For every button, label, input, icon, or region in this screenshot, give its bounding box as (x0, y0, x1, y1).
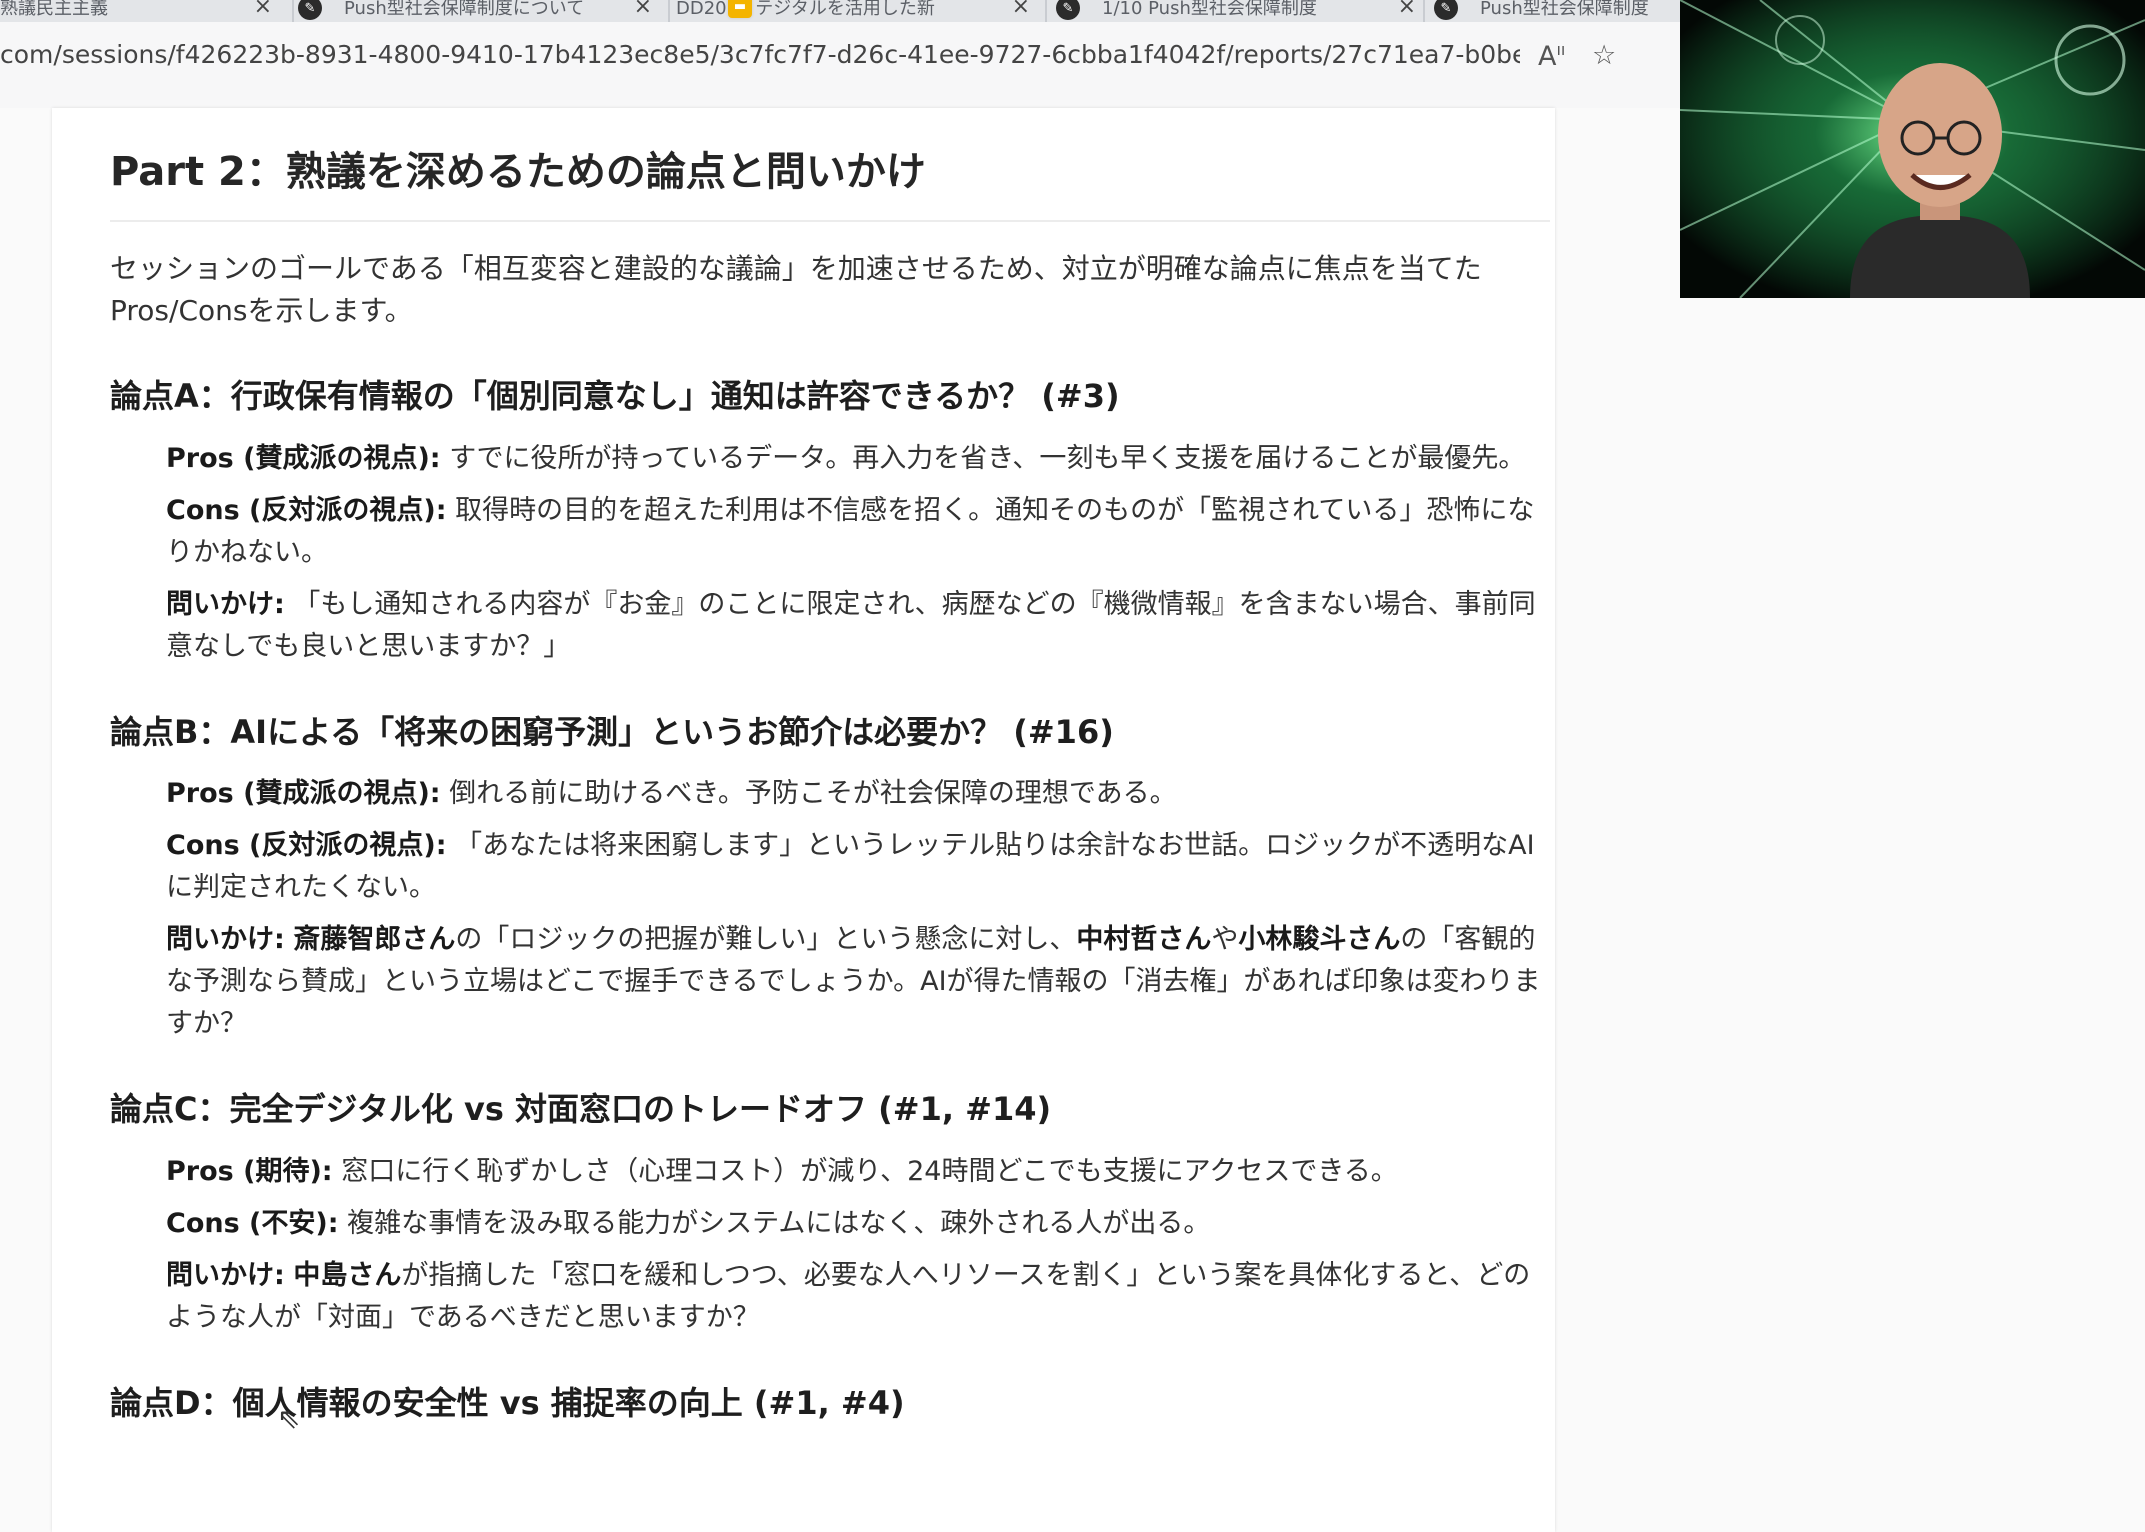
openai-icon: ✎ (1434, 0, 1458, 20)
pros-label: Pros (期待): (166, 1155, 333, 1187)
report-document: Part 2：熟議を深めるための論点と問いかけ セッションのゴールである「相互変… (52, 108, 1555, 1532)
cons-label: Cons (反対派の視点): (166, 494, 447, 526)
question-text: や (1211, 924, 1239, 956)
tab-title: 1/10 Push型社会保障制度 (1102, 0, 1317, 19)
tab-separator (668, 0, 670, 22)
close-icon[interactable]: × (634, 0, 652, 19)
cons-label: Cons (反対派の視点): (166, 830, 447, 862)
issue-d-title: 論点D：個人情報の安全性 vs 捕捉率の向上 (#1, #4) (110, 1383, 905, 1422)
browser-tab[interactable]: ▬ DD2030 テジタルを活用した新 × (676, 0, 1048, 22)
webcam-video (1680, 0, 2145, 298)
browser-tab[interactable]: ✎ 1/10 Push型社会保障制度 × (1056, 0, 1434, 22)
browser-tab[interactable]: ✎ Push型社会保障制度 (1434, 0, 1684, 22)
page-viewport: Part 2：熟議を深めるための論点と問いかけ セッションのゴールである「相互変… (0, 108, 2145, 1532)
issue-a-cons: Cons (反対派の視点): 取得時の目的を超えた利用は不信感を招く。通知そのも… (166, 490, 1550, 574)
tab-title: 熟議民主主義 (0, 0, 108, 19)
issue-b-cons: Cons (反対派の視点): 「あなたは将来困窮します」というレッテル貼りは余計… (166, 825, 1550, 909)
tab-title: Push型社会保障制度について (344, 0, 585, 19)
section-intro: セッションのゴールである「相互変容と建設的な議論」を加速させるため、対立が明確な… (110, 252, 1482, 327)
issue-a-pros: Pros (賛成派の視点): すでに役所が持っているデータ。再入力を省き、一刻も… (166, 438, 1550, 480)
question-label: 問いかけ: (166, 588, 285, 620)
participant-name: 小林駿斗さん (1238, 924, 1401, 956)
pros-text: すでに役所が持っているデータ。再入力を省き、一刻も早く支援を届けることが最優先。 (449, 442, 1526, 474)
section-heading: Part 2：熟議を深めるための論点と問いかけ (110, 148, 1550, 222)
issue-c-cons: Cons (不安): 複雑な事情を汲み取る能力がシステムにはなく、疎外される人が… (166, 1203, 1550, 1245)
issue-b-question: 問いかけ: 斎藤智郎さんの「ロジックの把握が難しい」という懸念に対し、中村哲さん… (166, 919, 1550, 1045)
openai-icon: ✎ (298, 0, 322, 20)
question-text: の「ロジックの把握が難しい」という懸念に対し、 (455, 924, 1077, 956)
pros-text: 窓口に行く恥ずかしさ（心理コスト）が減り、24時間どこでも支援にアクセスできる。 (341, 1155, 1398, 1187)
question-label: 問いかけ: (166, 1259, 285, 1291)
participant-name: 中島さん (293, 1259, 402, 1291)
document-icon: ▬ (728, 0, 752, 18)
close-icon[interactable]: × (1398, 0, 1416, 19)
url-field[interactable]: com/sessions/f426223b-8931-4800-9410-17b… (0, 40, 1520, 69)
question-label: 問いかけ: (166, 924, 285, 956)
participant-name: 斎藤智郎さん (293, 924, 456, 956)
favorite-star-icon[interactable]: ☆ (1592, 40, 1616, 71)
participant-name: 中村哲さん (1076, 924, 1212, 956)
tab-title: DD2030 テジタルを活用した新 (676, 0, 935, 19)
cons-label: Cons (不安): (166, 1207, 339, 1239)
issue-b-pros: Pros (賛成派の視点): 倒れる前に助けるべき。予防こそが社会保障の理想であ… (166, 773, 1550, 815)
tab-title: Push型社会保障制度 (1480, 0, 1649, 19)
close-icon[interactable]: × (254, 0, 272, 19)
mouse-cursor-icon: ⇖ (277, 1402, 301, 1435)
report-content: Part 2：熟議を深めるための論点と問いかけ セッションのゴールである「相互変… (110, 148, 1550, 1424)
pros-label: Pros (賛成派の視点): (166, 442, 441, 474)
tab-separator (292, 0, 294, 22)
cons-text: 複雑な事情を汲み取る能力がシステムにはなく、疎外される人が出る。 (347, 1207, 1211, 1239)
issue-b-title: 論点B：AIによる「将来の困窮予測」というお節介は必要か？ (#16) (110, 712, 1114, 751)
browser-tab[interactable]: ✎ Push型社会保障制度について × (298, 0, 670, 22)
issue-a-title: 論点A：行政保有情報の「個別同意なし」通知は許容できるか？ (#3) (110, 377, 1120, 415)
browser-tab[interactable]: 熟議民主主義 × (0, 0, 290, 22)
issue-c-question: 問いかけ: 中島さんが指摘した「窓口を緩和しつつ、必要な人へリソースを割く」とい… (166, 1255, 1550, 1339)
read-aloud-icon[interactable]: Aıı (1538, 40, 1565, 72)
issue-c-pros: Pros (期待): 窓口に行く恥ずかしさ（心理コスト）が減り、24時間どこでも… (166, 1151, 1550, 1193)
issue-c-title: 論点C：完全デジタル化 vs 対面窓口のトレードオフ (#1, #14) (110, 1090, 1052, 1129)
tab-separator (1423, 0, 1425, 22)
pros-text: 倒れる前に助けるべき。予防こそが社会保障の理想である。 (449, 778, 1177, 810)
tab-separator (1045, 0, 1047, 22)
issue-a-question: 問いかけ: 「もし通知される内容が『お金』のことに限定され、病歴などの『機微情報… (166, 584, 1550, 668)
close-icon[interactable]: × (1012, 0, 1030, 19)
webcam-overlay (1680, 0, 2145, 298)
question-text: 「もし通知される内容が『お金』のことに限定され、病歴などの『機微情報』を含まない… (166, 588, 1536, 662)
pros-label: Pros (賛成派の視点): (166, 778, 441, 810)
openai-icon: ✎ (1056, 0, 1080, 20)
